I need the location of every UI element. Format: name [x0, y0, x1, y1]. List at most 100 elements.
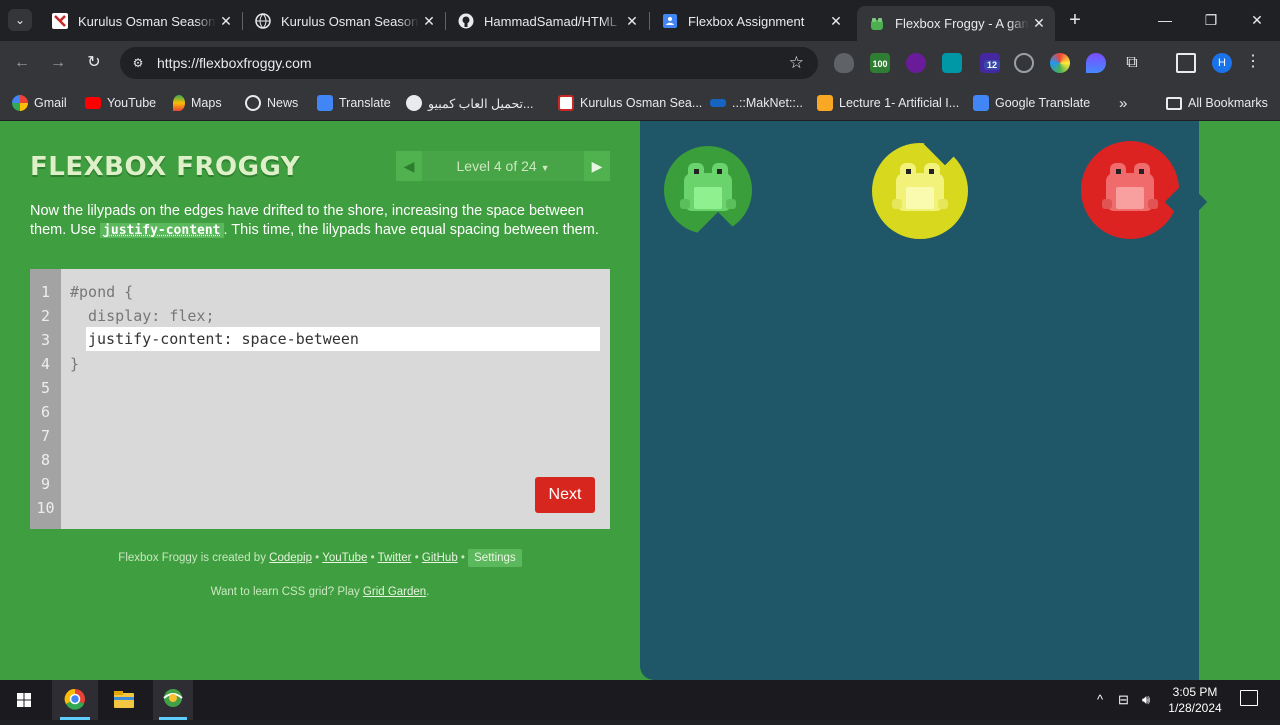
credits-line: Flexbox Froggy is created by Codepip • Y… — [30, 549, 610, 567]
browser-toolbar: ← → ↻ ⚙ https://flexboxfroggy.com ☆ 100 … — [0, 41, 1280, 85]
tab-search-dropdown-button[interactable]: ⌄ — [8, 9, 32, 31]
site-settings-icon[interactable]: ⚙ — [130, 55, 146, 71]
tab-title: Kurulus Osman Season 5 — [78, 13, 216, 29]
reload-icon[interactable]: ↻ — [82, 51, 106, 75]
new-tab-button[interactable]: + — [1064, 9, 1086, 31]
code-line-4: } — [70, 355, 80, 373]
close-tab-icon[interactable]: ✕ — [419, 13, 439, 30]
tab-strip: ⌄ Kurulus Osman Season 5 ✕ Kurulus Osman… — [0, 0, 1280, 41]
bookmark-star-icon[interactable]: ☆ — [789, 53, 804, 73]
level-instructions: Now the lilypads on the edges have drift… — [30, 203, 599, 238]
restore-window-icon[interactable]: ❐ — [1188, 8, 1234, 32]
side-panel-icon[interactable] — [1176, 53, 1196, 73]
extension-12-icon[interactable]: 12 — [980, 53, 1000, 73]
close-tab-icon[interactable]: ✕ — [1029, 15, 1049, 32]
css-code-input[interactable] — [86, 327, 600, 351]
tab-title: HammadSamad/HTML — [484, 13, 617, 29]
bookmark-maps[interactable]: Maps — [173, 93, 222, 113]
drop-extension-icon[interactable] — [1086, 53, 1106, 73]
bookmark-news[interactable]: News — [245, 93, 298, 113]
next-button[interactable]: Next — [535, 477, 595, 513]
shield-extension-icon[interactable] — [834, 53, 854, 73]
folder-icon — [1166, 96, 1182, 110]
profile-avatar[interactable]: H — [1212, 53, 1232, 73]
level-indicator[interactable]: Level 4 of 24 ▼ — [422, 151, 584, 181]
extensions-puzzle-icon[interactable]: ⧉ — [1122, 53, 1142, 73]
file-explorer-icon[interactable] — [104, 680, 144, 720]
browser-menu-icon[interactable]: ⋮ — [1245, 51, 1261, 71]
chrome-taskbar-icon[interactable] — [52, 680, 98, 720]
tab-title: Flexbox Assignment — [688, 13, 805, 29]
download-manager-icon[interactable] — [153, 680, 193, 720]
bookmark-google-translate[interactable]: Google Translate — [973, 93, 1090, 113]
share-extension-icon[interactable] — [942, 53, 962, 73]
tab-title: Kurulus Osman Season 5 — [281, 13, 419, 29]
github-link[interactable]: GitHub — [422, 552, 458, 564]
youtube-icon — [85, 97, 101, 109]
bookmark-lecture[interactable]: Lecture 1- Artificial I... — [817, 93, 959, 113]
close-tab-icon[interactable]: ✕ — [622, 13, 642, 30]
show-hidden-icons-chevron-icon[interactable]: ^ — [1097, 692, 1103, 707]
tab-github[interactable]: HammadSamad/HTML ✕ — [446, 6, 648, 36]
level-navigator: ◀ Level 4 of 24 ▼ ▶ — [396, 151, 610, 181]
taskbar-clock[interactable]: 3:05 PM 1/28/2024 — [1160, 684, 1230, 716]
page-content: FLEXBOX FROGGY ◀ Level 4 of 24 ▼ ▶ Now t… — [0, 121, 1280, 680]
atom-extension-icon[interactable] — [1014, 53, 1034, 73]
tab-flexbox-froggy[interactable]: Flexbox Froggy - A game ✕ — [857, 6, 1055, 41]
tab-kurulus-2[interactable]: Kurulus Osman Season 5 ✕ — [243, 6, 445, 36]
code-line-1: #pond { — [70, 283, 134, 301]
back-arrow-icon[interactable]: ← — [10, 51, 34, 75]
windows-start-icon[interactable] — [4, 680, 44, 720]
minimize-window-icon[interactable]: — — [1142, 8, 1188, 32]
close-tab-icon[interactable]: ✕ — [216, 13, 236, 30]
next-level-arrow-icon[interactable]: ▶ — [584, 151, 610, 181]
forward-arrow-icon[interactable]: → — [46, 51, 70, 75]
windows-taskbar: ^ ⊟ 🔊︎ 3:05 PM 1/28/2024 — [0, 680, 1280, 720]
maknet-icon — [710, 99, 726, 107]
justify-content-help-term[interactable]: justify-content — [100, 223, 224, 238]
codepip-link[interactable]: Codepip — [269, 552, 312, 564]
globe-icon — [245, 95, 261, 111]
document-icon — [662, 13, 678, 29]
line-number-gutter: 1 2 3 4 5 6 7 8 9 10 — [30, 269, 61, 529]
green-frog-icon — [680, 163, 736, 211]
notifications-icon[interactable] — [1240, 690, 1258, 706]
bookmark-maknet[interactable]: ..::MakNet::.. — [710, 93, 803, 113]
bookmarks-bar: Gmail YouTube Maps News Translate تحميل … — [0, 85, 1280, 121]
yellow-frog-icon — [892, 163, 948, 211]
bookmark-translate[interactable]: Translate — [317, 93, 391, 113]
translate-icon — [973, 95, 989, 111]
bookmark-gmail[interactable]: Gmail — [12, 93, 67, 113]
extension-100-icon[interactable]: 100 — [870, 53, 890, 73]
close-tab-icon[interactable]: ✕ — [826, 13, 846, 30]
code-line-2: display: flex; — [70, 307, 215, 325]
grid-garden-link[interactable]: Grid Garden — [363, 586, 426, 598]
game-logo: FLEXBOX FROGGY — [30, 152, 301, 182]
color-wheel-extension-icon[interactable] — [1050, 53, 1070, 73]
lecture-icon — [817, 95, 833, 111]
bookmark-games[interactable]: تحميل العاب كمبيو... — [406, 93, 533, 113]
bookmarks-overflow-button[interactable]: » — [1119, 93, 1127, 113]
red-frog-icon — [1102, 163, 1158, 211]
url-text[interactable]: https://flexboxfroggy.com — [157, 55, 312, 71]
settings-button[interactable]: Settings — [468, 549, 522, 567]
close-window-icon[interactable]: ✕ — [1234, 8, 1280, 32]
all-bookmarks-button[interactable]: All Bookmarks — [1166, 93, 1268, 113]
bookmark-kurulus[interactable]: Kurulus Osman Sea... — [558, 93, 702, 113]
games-icon — [406, 95, 422, 111]
kurulus-logo-icon — [52, 13, 68, 29]
tab-flexbox-assignment[interactable]: Flexbox Assignment ✕ — [650, 6, 852, 36]
kurulus-logo-icon — [558, 95, 574, 111]
previous-level-arrow-icon[interactable]: ◀ — [396, 151, 422, 181]
maps-icon — [173, 95, 185, 111]
youtube-link[interactable]: YouTube — [322, 552, 367, 564]
twitter-link[interactable]: Twitter — [378, 552, 412, 564]
grid-garden-note: Want to learn CSS grid? Play Grid Garden… — [210, 586, 430, 598]
css-editor: 1 2 3 4 5 6 7 8 9 10 #pond { display: fl… — [30, 269, 610, 529]
network-icon[interactable]: ⊟ — [1118, 692, 1129, 708]
bookmark-youtube[interactable]: YouTube — [85, 93, 156, 113]
address-bar[interactable]: ⚙ https://flexboxfroggy.com ☆ — [120, 47, 818, 79]
colorful-extension-icon[interactable] — [906, 53, 926, 73]
tab-kurulus-1[interactable]: Kurulus Osman Season 5 ✕ — [40, 6, 242, 36]
volume-icon[interactable]: 🔊︎ — [1142, 692, 1150, 708]
